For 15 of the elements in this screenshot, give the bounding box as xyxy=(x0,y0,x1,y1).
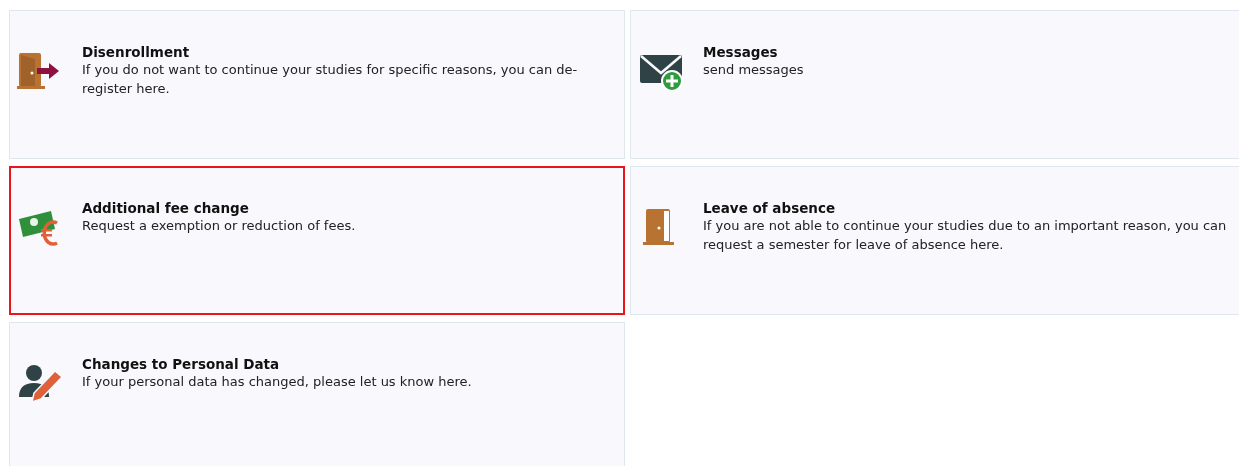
service-tile[interactable]: Leave of absence If you are not able to continue your studies due to an important reason, you can request a semester for leave of absence here. xyxy=(630,166,1239,315)
tile-title: Leave of absence xyxy=(703,199,837,217)
tile-description: Request a exemption or reduction of fees. xyxy=(82,217,356,235)
service-tile[interactable]: Messages send messages xyxy=(630,10,1239,159)
tile-description: If your personal data has changed, please let us know here. xyxy=(82,373,472,391)
tile-title: Messages xyxy=(703,43,779,61)
tile-description: If you are not able to continue your studies due to an important reason, you can request a semester for leave of absence here. xyxy=(703,217,1228,254)
service-tile[interactable]: Changes to Personal Data If your personal data has changed, please let us know here. xyxy=(9,322,625,466)
tile-title: Changes to Personal Data xyxy=(82,355,281,373)
service-tile[interactable]: Additional fee change Request a exemption or reduction of fees. xyxy=(9,166,625,315)
service-tile[interactable]: Disenrollment If you do not want to continue your studies for specific reasons, you can de-register here. xyxy=(9,10,625,159)
tile-description: If you do not want to continue your studies for specific reasons, you can de-register here. xyxy=(82,61,579,98)
tile-title: Disenrollment xyxy=(82,43,191,61)
tile-title: Additional fee change xyxy=(82,199,250,217)
tile-description: send messages xyxy=(703,61,804,79)
